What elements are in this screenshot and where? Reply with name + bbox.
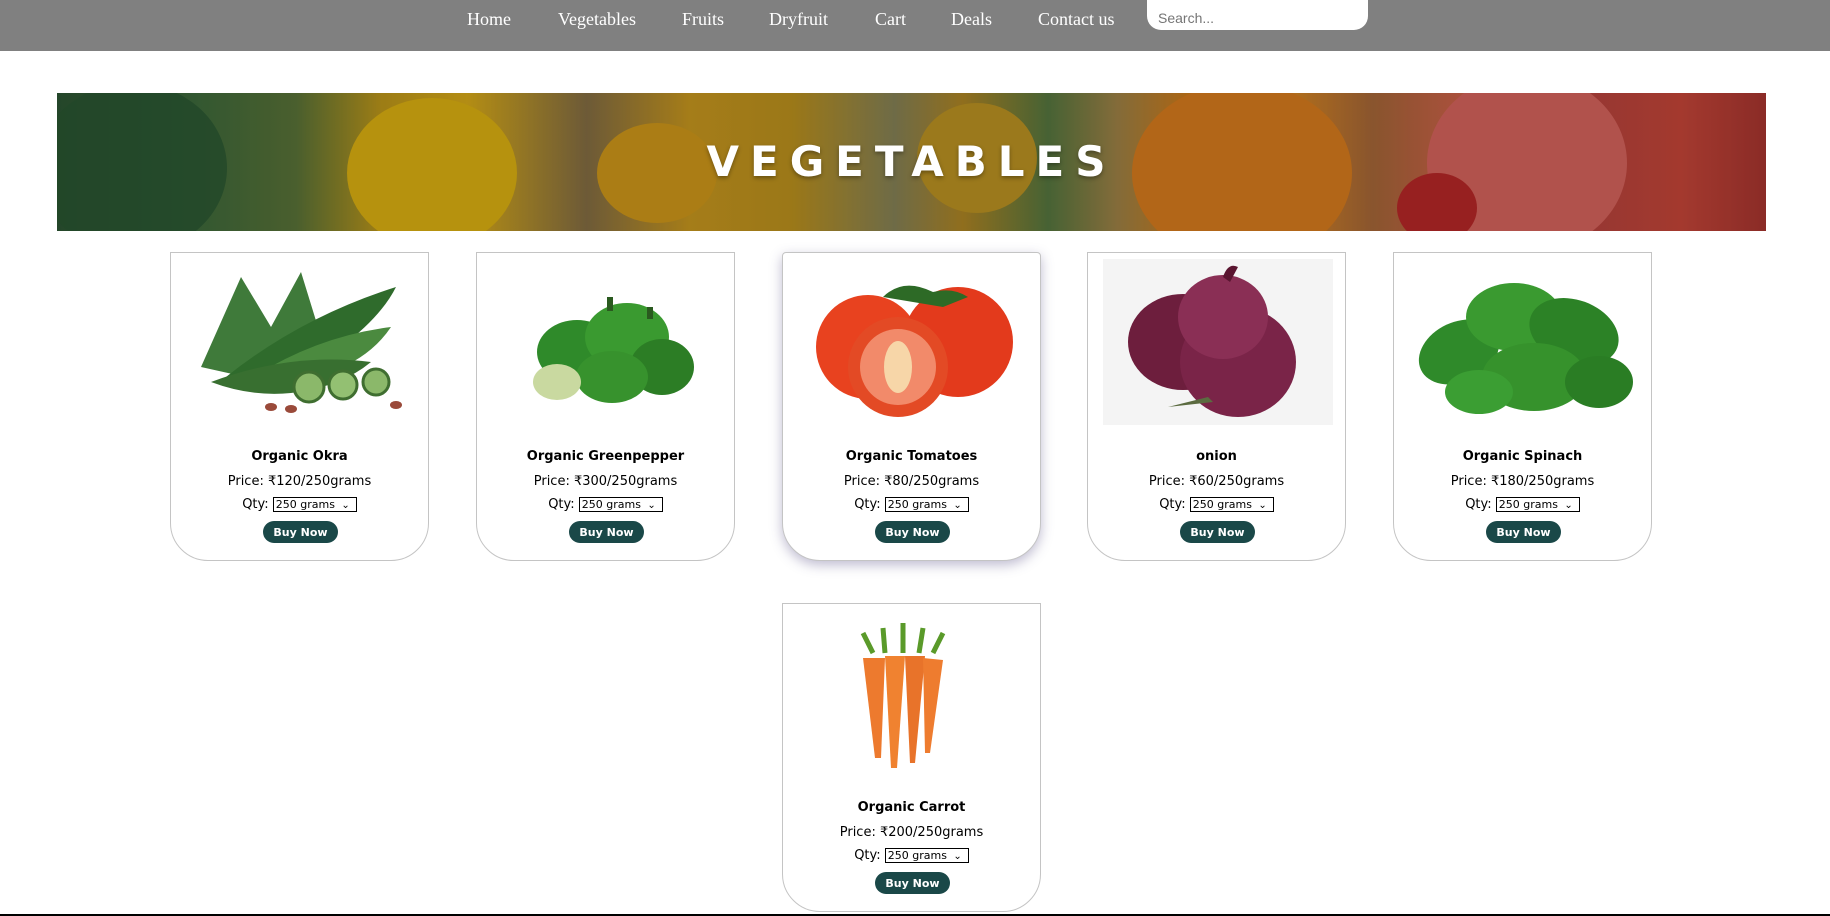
product-name: Organic Greenpepper [526,449,685,464]
qty-label: Qty: [242,497,269,512]
qty-select[interactable]: 250 grams ⌄ [1189,497,1274,512]
nav-home-link[interactable]: Home [467,9,511,30]
top-navbar: Home Vegetables Fruits Dryfruit Cart Dea… [0,0,1830,51]
chevron-down-icon: ⌄ [1564,500,1573,511]
qty-label: Qty: [548,497,575,512]
product-card-tomatoes: Organic Tomatoes Price: ₹80/250grams Qty… [782,252,1041,561]
chevron-down-icon: ⌄ [341,500,350,511]
nav-dryfruit-link[interactable]: Dryfruit [769,9,828,30]
product-name: Organic Okra [251,449,348,464]
qty-selected-value: 250 grams [581,498,641,511]
qty-select[interactable]: 250 grams ⌄ [272,497,357,512]
banner-title: VEGETABLES [706,137,1117,186]
qty-selected-value: 250 grams [887,498,947,511]
product-card-okra: Organic Okra Price: ₹120/250grams Qty: 2… [170,252,429,561]
buy-now-button[interactable]: Buy Now [1180,521,1255,543]
qty-row: Qty: 250 grams ⌄ [1088,497,1345,512]
qty-row: Qty: 250 grams ⌄ [783,848,1040,863]
nav-contact-link[interactable]: Contact us [1038,9,1115,30]
spinach-image [1418,283,1633,414]
qty-row: Qty: 250 grams ⌄ [1394,497,1651,512]
qty-label: Qty: [854,848,881,863]
search-input[interactable] [1147,0,1368,30]
product-name: Organic Spinach [1462,449,1583,464]
buy-now-button[interactable]: Buy Now [263,521,338,543]
buy-now-button[interactable]: Buy Now [569,521,644,543]
chevron-down-icon: ⌄ [1258,500,1267,511]
qty-select[interactable]: 250 grams ⌄ [884,497,969,512]
tomatoes-image [816,285,1013,417]
product-name: Organic Tomatoes [845,449,978,464]
qty-select[interactable]: 250 grams ⌄ [578,497,663,512]
product-name: Organic Carrot [857,800,966,815]
product-price: Price: ₹300/250grams [533,474,678,489]
product-price: Price: ₹200/250grams [839,825,984,840]
okra-image [201,272,402,413]
qty-label: Qty: [1159,497,1186,512]
qty-row: Qty: 250 grams ⌄ [171,497,428,512]
qty-selected-value: 250 grams [1192,498,1252,511]
buy-now-button[interactable]: Buy Now [875,872,950,894]
product-card-carrot: Organic Carrot Price: ₹200/250grams Qty:… [782,603,1041,912]
buy-now-button[interactable]: Buy Now [875,521,950,543]
product-card-onion: onion Price: ₹60/250grams Qty: 250 grams… [1087,252,1346,561]
carrots-image [860,623,946,768]
nav-deals-link[interactable]: Deals [951,9,992,30]
qty-label: Qty: [1465,497,1492,512]
qty-selected-value: 250 grams [275,498,335,511]
product-price: Price: ₹60/250grams [1148,474,1285,489]
qty-selected-value: 250 grams [887,849,947,862]
chevron-down-icon: ⌄ [953,500,962,511]
qty-row: Qty: 250 grams ⌄ [477,497,734,512]
vegetables-banner: VEGETABLES [57,93,1766,231]
product-price: Price: ₹80/250grams [843,474,980,489]
nav-fruits-link[interactable]: Fruits [682,9,724,30]
qty-select[interactable]: 250 grams ⌄ [884,848,969,863]
buy-now-button[interactable]: Buy Now [1486,521,1561,543]
red-onion-image [1103,259,1333,425]
qty-row: Qty: 250 grams ⌄ [783,497,1040,512]
qty-selected-value: 250 grams [1498,498,1558,511]
qty-select[interactable]: 250 grams ⌄ [1495,497,1580,512]
product-name: onion [1196,449,1237,464]
green-pepper-image [533,297,694,403]
qty-label: Qty: [854,497,881,512]
nav-cart-link[interactable]: Cart [875,9,906,30]
chevron-down-icon: ⌄ [953,851,962,862]
product-card-spinach: Organic Spinach Price: ₹180/250grams Qty… [1393,252,1652,561]
nav-vegetables-link[interactable]: Vegetables [558,9,636,30]
product-price: Price: ₹180/250grams [1450,474,1595,489]
chevron-down-icon: ⌄ [647,500,656,511]
product-price: Price: ₹120/250grams [227,474,372,489]
product-card-greenpepper: Organic Greenpepper Price: ₹300/250grams… [476,252,735,561]
